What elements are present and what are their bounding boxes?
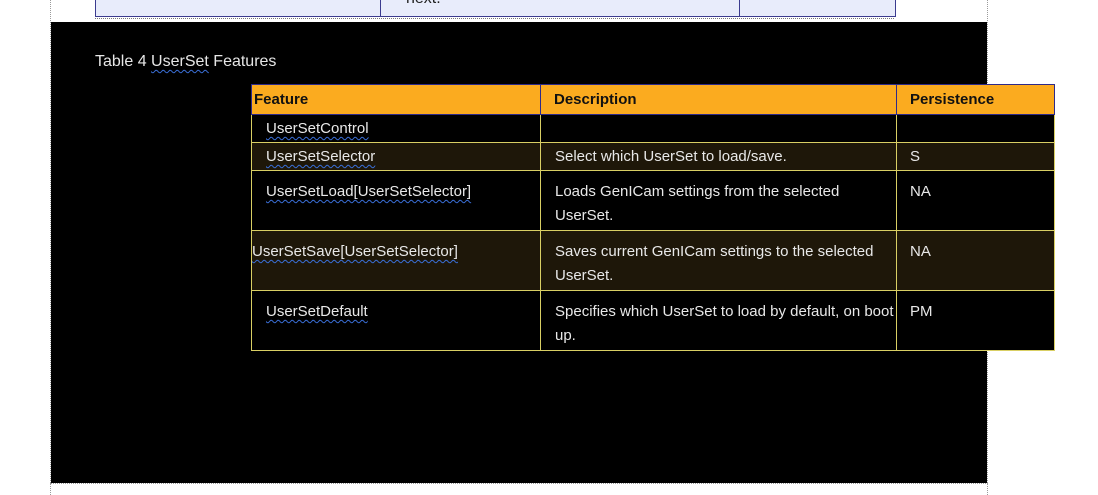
- userset-features-table: Feature Description Persistence UserSetC…: [251, 84, 1055, 351]
- previous-table-text[interactable]: next.: [406, 0, 441, 8]
- description-cell[interactable]: Select which UserSet to load/save.: [540, 142, 897, 171]
- feature-cell[interactable]: UserSetSelector: [251, 142, 541, 171]
- document-page: next. Table 4 UserSet Features Feature D…: [0, 0, 1098, 495]
- feature-cell[interactable]: UserSetSave[UserSetSelector]: [251, 230, 541, 291]
- caption-suffix: Features: [208, 53, 277, 70]
- caption-prefix: Table 4: [95, 53, 152, 70]
- table-header-row: Feature Description Persistence: [251, 84, 1055, 115]
- previous-table-divider: [739, 0, 740, 16]
- table-row: UserSetSelector Select which UserSet to …: [251, 142, 1055, 171]
- table-row: UserSetDefault Specifies which UserSet t…: [251, 290, 1055, 351]
- persistence-cell[interactable]: NA: [896, 230, 1055, 291]
- table-caption[interactable]: Table 4 UserSet Features: [95, 53, 276, 71]
- feature-name: UserSetSelector: [266, 148, 376, 165]
- feature-cell[interactable]: UserSetControl: [251, 114, 541, 143]
- persistence-cell[interactable]: [896, 114, 1055, 143]
- table-row: UserSetSave[UserSetSelector] Saves curre…: [251, 230, 1055, 291]
- persistence-cell[interactable]: S: [896, 142, 1055, 171]
- previous-table-fragment: next.: [95, 0, 896, 17]
- header-description[interactable]: Description: [540, 84, 897, 115]
- header-feature[interactable]: Feature: [251, 84, 541, 115]
- header-persistence[interactable]: Persistence: [896, 84, 1055, 115]
- feature-name: UserSetSave[UserSetSelector]: [252, 243, 458, 260]
- description-cell[interactable]: Loads GenICam settings from the selected…: [540, 170, 897, 231]
- feature-cell[interactable]: UserSetDefault: [251, 290, 541, 351]
- feature-cell[interactable]: UserSetLoad[UserSetSelector]: [251, 170, 541, 231]
- previous-table-divider: [380, 0, 381, 16]
- caption-name: UserSet: [151, 53, 209, 70]
- persistence-cell[interactable]: PM: [896, 290, 1055, 351]
- table-row: UserSetLoad[UserSetSelector] Loads GenIC…: [251, 170, 1055, 231]
- persistence-cell[interactable]: NA: [896, 170, 1055, 231]
- description-cell[interactable]: Saves current GenICam settings to the se…: [540, 230, 897, 291]
- description-cell[interactable]: [540, 114, 897, 143]
- feature-name: UserSetLoad[UserSetSelector]: [266, 183, 472, 200]
- feature-name: UserSetControl: [266, 120, 369, 137]
- margin-guide-bottom: [50, 483, 988, 484]
- feature-name: UserSetDefault: [266, 303, 368, 320]
- table-row: UserSetControl: [251, 114, 1055, 143]
- description-cell[interactable]: Specifies which UserSet to load by defau…: [540, 290, 897, 351]
- previous-table-underline: [95, 18, 894, 19]
